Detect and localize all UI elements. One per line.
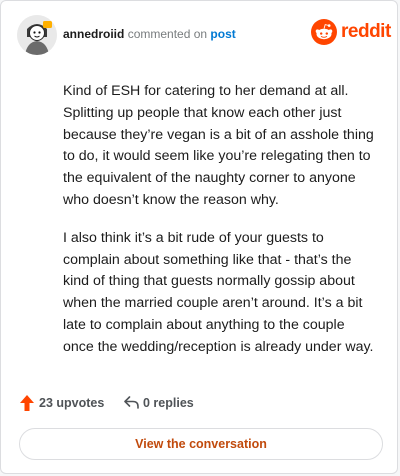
comment-meta: annedroiid commented on post [63,27,236,41]
replies-count: 0 replies [143,396,194,410]
upvotes-count: 23 upvotes [39,396,105,410]
avatar[interactable] [17,15,57,55]
username-link[interactable]: annedroiid [63,27,124,41]
comment-embed-card: annedroiid commented on post reddit Kind… [0,0,398,474]
view-conversation-button[interactable]: View the conversation [19,428,383,460]
reddit-logo-icon [311,19,337,50]
action-text: commented on [127,27,208,41]
comment-paragraph-1: Kind of ESH for catering to her demand a… [63,83,374,208]
post-link[interactable]: post [210,27,235,41]
comment-body: Kind of ESH for catering to her demand a… [63,81,379,375]
brand-wordmark: reddit [341,21,391,42]
comment-footer: 23 upvotes 0 replies [19,393,379,415]
reddit-brand[interactable]: reddit [311,19,391,45]
upvote-arrow-icon [19,394,35,415]
reply-icon [123,394,140,413]
comment-paragraph-2: I also think it’s a bit rude of your gue… [63,229,374,355]
comment-header: annedroiid commented on post reddit [17,15,391,55]
